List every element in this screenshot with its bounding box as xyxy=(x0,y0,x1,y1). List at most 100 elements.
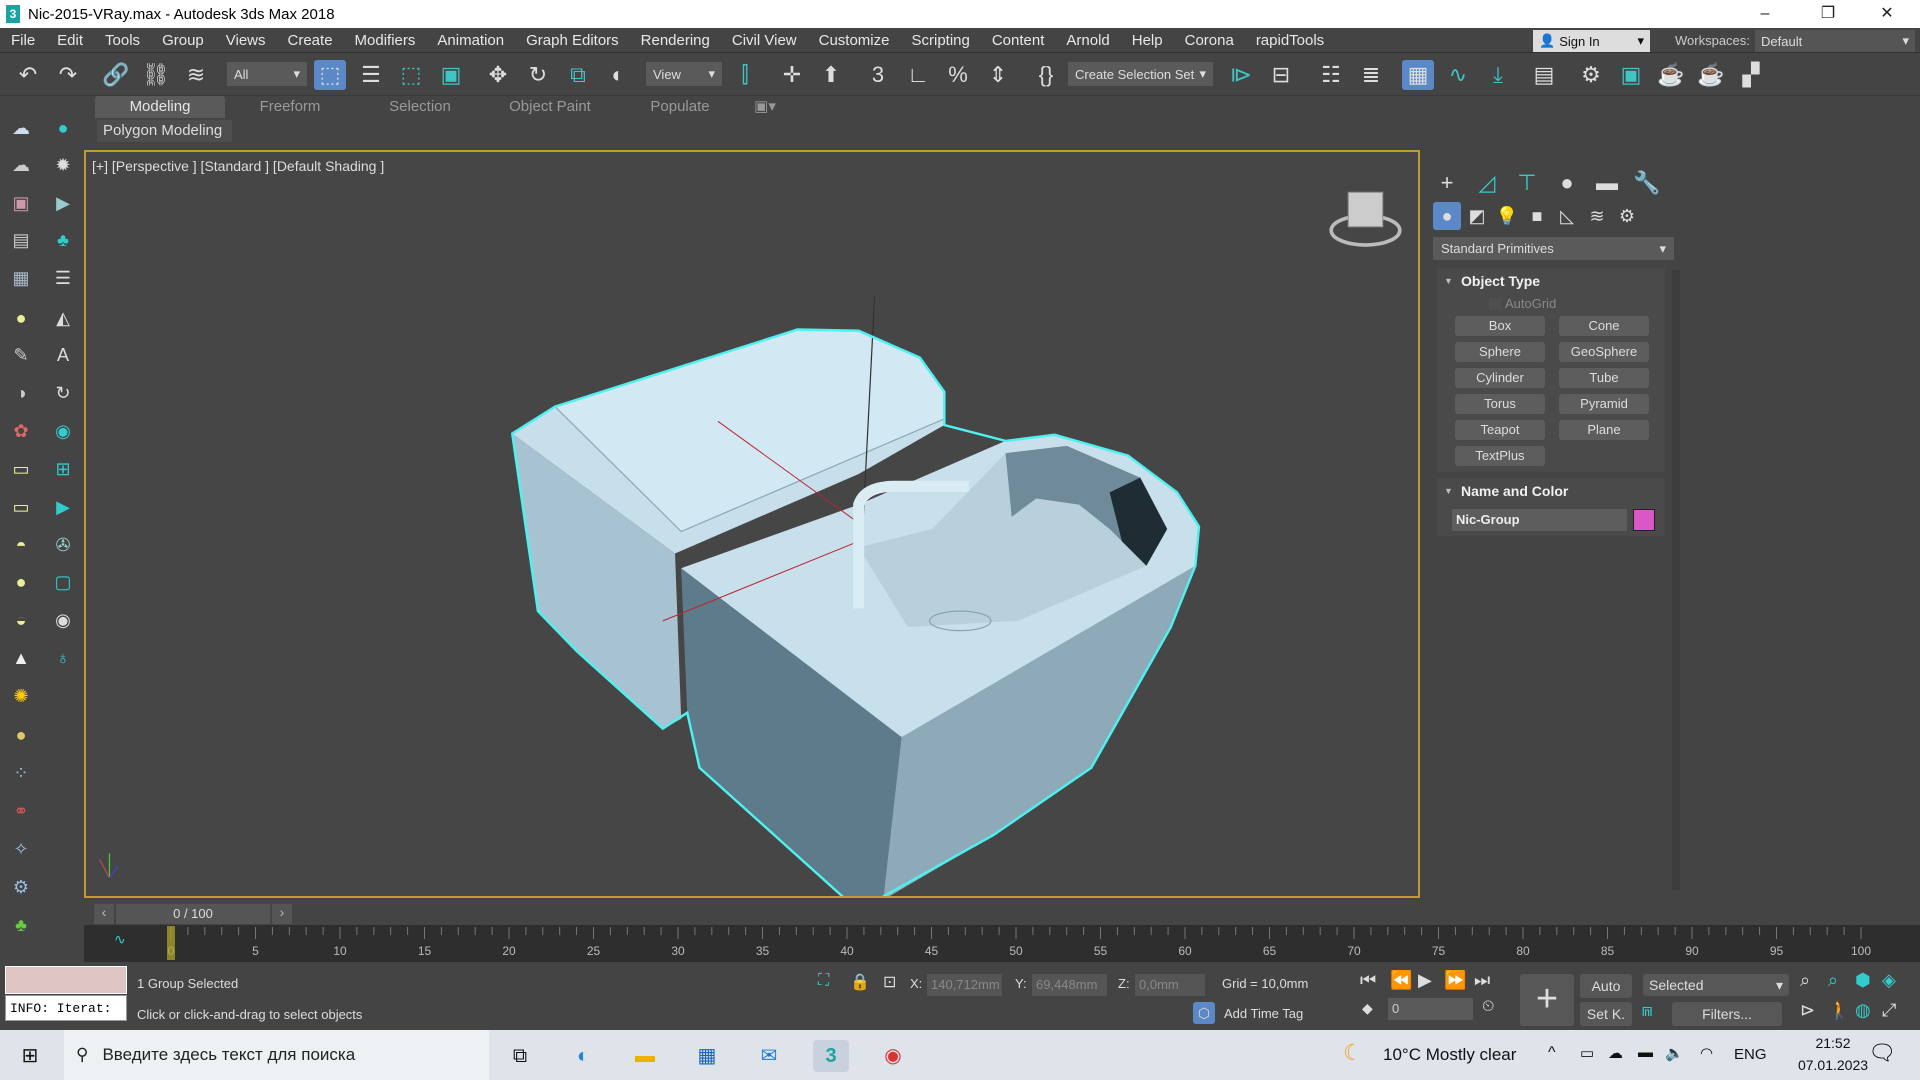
maxscript-listener-output[interactable] xyxy=(5,966,127,994)
menu-rendering[interactable]: Rendering xyxy=(630,32,721,49)
shapes-icon[interactable]: ◩ xyxy=(1463,202,1491,230)
place-icon[interactable]: ◐ xyxy=(602,60,634,90)
object-color-swatch[interactable] xyxy=(1633,509,1655,531)
spinner-snap-icon[interactable]: ⇕ xyxy=(982,60,1014,90)
globe-icon[interactable]: ◉ xyxy=(50,418,76,444)
zoom-extents-icon[interactable]: ⬢ xyxy=(1855,970,1871,991)
display-tab-icon[interactable]: ▬ xyxy=(1588,168,1626,198)
key-filters-button[interactable]: Filters... xyxy=(1672,1002,1782,1026)
motion-tab-icon[interactable]: ● xyxy=(1548,168,1586,198)
box-button[interactable]: Box xyxy=(1455,316,1545,336)
schematic-view-icon[interactable]: ⤓ xyxy=(1482,60,1514,90)
key-filter-dropdown[interactable]: Selected ▾ xyxy=(1643,974,1789,996)
list-icon[interactable]: ☰ xyxy=(50,265,76,291)
eye-icon[interactable]: ◉ xyxy=(50,607,76,633)
mirror-icon[interactable]: ⧐ xyxy=(1225,60,1257,90)
sunlight-icon[interactable]: ✺ xyxy=(8,683,34,709)
go-to-end-icon[interactable]: ⏭ xyxy=(1474,970,1490,991)
wifi-icon[interactable]: ◠ xyxy=(1700,1044,1713,1062)
toggle-ribbon-icon[interactable]: ▦ xyxy=(1402,60,1434,90)
menu-rapidtools[interactable]: rapidTools xyxy=(1245,32,1335,49)
field-of-view-icon[interactable]: ⊳ xyxy=(1800,1000,1815,1021)
cone-button[interactable]: Cone xyxy=(1559,316,1649,336)
cloud-icon[interactable]: ☁ xyxy=(8,152,34,178)
tab-selection[interactable]: Selection xyxy=(355,96,485,118)
battery-icon[interactable]: ▬ xyxy=(1638,1044,1653,1061)
sphere-icon[interactable]: ● xyxy=(8,569,34,595)
frame-icon[interactable]: ▢ xyxy=(50,569,76,595)
close-button[interactable]: ✕ xyxy=(1862,0,1912,28)
layer-explorer-icon[interactable]: ≣ xyxy=(1355,60,1387,90)
isolate-selection-icon[interactable]: ⛶ xyxy=(818,972,829,990)
windows-start-icon[interactable]: ⊞ xyxy=(12,1040,48,1072)
microsoft-store-icon[interactable]: ▦ xyxy=(689,1040,725,1072)
geometry-icon[interactable]: ● xyxy=(1433,202,1461,230)
window-icon[interactable]: ▭ xyxy=(8,456,34,482)
time-slider[interactable]: ‹ 0 / 100 › xyxy=(94,904,292,924)
document-icon[interactable]: ▤ xyxy=(8,227,34,253)
add-time-tag[interactable]: Add Time Tag xyxy=(1224,1006,1303,1021)
rotate-tool-icon[interactable]: ↻ xyxy=(50,380,76,406)
rotate-icon[interactable]: ↻ xyxy=(522,60,554,90)
workspace-select[interactable]: Default ▾ xyxy=(1755,30,1915,52)
menu-scripting[interactable]: Scripting xyxy=(900,32,980,49)
lights-icon[interactable]: 💡 xyxy=(1493,202,1521,230)
geosphere-button[interactable]: GeoSphere xyxy=(1559,342,1649,362)
task-view-icon[interactable]: ⧉ xyxy=(502,1040,538,1072)
textplus-button[interactable]: TextPlus xyxy=(1455,446,1545,466)
object-type-header[interactable]: Object Type xyxy=(1437,268,1665,294)
material-sphere-icon[interactable]: ● xyxy=(8,722,34,748)
tube-button[interactable]: Tube xyxy=(1559,368,1649,388)
render-setup-icon[interactable]: ⚙ xyxy=(1575,60,1607,90)
table-icon[interactable]: ▦ xyxy=(8,265,34,291)
menu-help[interactable]: Help xyxy=(1121,32,1174,49)
absolute-mode-icon[interactable]: ⊡ xyxy=(883,972,896,992)
name-and-color-header[interactable]: Name and Color xyxy=(1437,478,1665,504)
grid-tool-icon[interactable]: ⊞ xyxy=(50,456,76,482)
curve-editor-icon[interactable]: ∿ xyxy=(1442,60,1474,90)
gear-icon[interactable]: ⚙ xyxy=(8,874,34,900)
bind-space-warp-icon[interactable]: ≋ xyxy=(180,60,212,90)
magnet-icon[interactable]: ◑ xyxy=(8,380,34,406)
menu-views[interactable]: Views xyxy=(215,32,277,49)
set-key-button[interactable]: Set K. xyxy=(1580,1002,1632,1026)
track-bar[interactable]: ∿ 05101520253035404550556065707580859095… xyxy=(84,925,1920,962)
category-dropdown[interactable]: Standard Primitives ▾ xyxy=(1433,237,1674,260)
edit-named-selection-icon[interactable]: {} xyxy=(1030,60,1062,90)
cone-icon[interactable]: ▲ xyxy=(8,645,34,671)
video-icon[interactable]: ✇ xyxy=(50,532,76,558)
cylinder-button[interactable]: Cylinder xyxy=(1455,368,1545,388)
link-icon[interactable]: 🔗 xyxy=(100,60,132,90)
teapot-button[interactable]: Teapot xyxy=(1455,420,1545,440)
notifications-icon[interactable]: 🗨 xyxy=(1868,1040,1896,1066)
menu-content[interactable]: Content xyxy=(981,32,1056,49)
next-key-icon[interactable]: ⏩ xyxy=(1444,970,1466,991)
molecule-icon[interactable]: ⚭ xyxy=(8,798,34,824)
command-panel-scrollbar[interactable] xyxy=(1672,270,1680,890)
clock-time[interactable]: 21:52 xyxy=(1798,1035,1868,1051)
text-icon[interactable]: A xyxy=(50,342,76,368)
menu-tools[interactable]: Tools xyxy=(94,32,151,49)
window-crossing-icon[interactable]: ▣ xyxy=(435,60,467,90)
helpers-icon[interactable]: ◺ xyxy=(1553,202,1581,230)
time-tag-icon[interactable]: ⬡ xyxy=(1193,1002,1215,1024)
hemisphere-icon[interactable]: ◓ xyxy=(8,532,34,558)
mirror-tool-icon[interactable]: ◭ xyxy=(50,305,76,331)
film-icon[interactable]: ✿ xyxy=(8,418,34,444)
autogrid-checkbox[interactable]: AutoGrid xyxy=(1489,296,1556,311)
reference-coordinate-dropdown[interactable]: View ▾ xyxy=(646,62,722,86)
volume-icon[interactable]: 🔈 xyxy=(1665,1044,1684,1062)
image-icon[interactable]: ▣ xyxy=(8,190,34,216)
angle-snap-icon[interactable]: ∟ xyxy=(902,60,934,90)
snaps-toggle-icon[interactable]: 3 xyxy=(862,60,894,90)
systems-icon[interactable]: ⚙ xyxy=(1613,202,1641,230)
bulb-icon[interactable]: ● xyxy=(8,305,34,331)
curve-editor-mini-icon[interactable]: ∿ xyxy=(114,931,126,948)
compass-icon[interactable]: ✧ xyxy=(8,836,34,862)
menu-create[interactable]: Create xyxy=(277,32,344,49)
set-keys-button[interactable]: + xyxy=(1520,974,1574,1026)
walk-through-icon[interactable]: 🚶 xyxy=(1828,1000,1850,1021)
select-object-icon[interactable]: ⬚ xyxy=(314,60,346,90)
rectangular-selection-icon[interactable]: ⬚ xyxy=(395,60,427,90)
zoom-icon[interactable]: ⌕ xyxy=(1800,970,1810,991)
